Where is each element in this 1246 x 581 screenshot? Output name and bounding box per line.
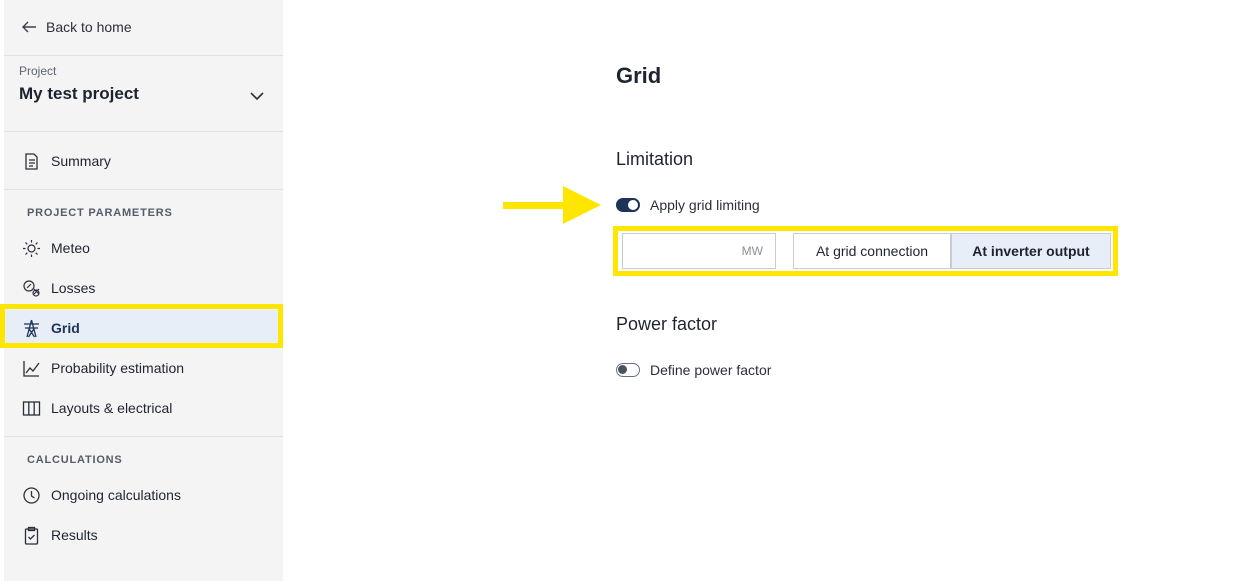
sidebar-item-label: Ongoing calculations [51,487,181,503]
at-grid-connection-button[interactable]: At grid connection [793,233,951,269]
sidebar: Back to home Project My test project Sum… [4,0,283,581]
divider [4,55,283,56]
define-power-factor-toggle[interactable] [616,363,640,377]
sidebar-item-results[interactable]: Results [4,517,283,553]
define-power-factor-row: Define power factor [616,362,771,378]
clock-icon [23,486,40,504]
sidebar-item-summary[interactable]: Summary [4,143,283,179]
divider [4,131,283,132]
divider [4,436,283,437]
unit-label: MW [741,244,763,258]
sidebar-item-meteo[interactable]: Meteo [4,230,283,266]
section-header-calculations: CALCULATIONS [27,454,123,466]
sidebar-item-layouts-electrical[interactable]: Layouts & electrical [4,390,283,426]
section-header-params: PROJECT PARAMETERS [27,207,173,219]
chevron-down-icon[interactable] [248,87,266,105]
sidebar-item-probability-estimation[interactable]: Probability estimation [4,350,283,386]
at-inverter-output-button[interactable]: At inverter output [951,233,1111,269]
apply-grid-limiting-toggle[interactable] [616,198,640,212]
divider [4,189,283,190]
project-label: Project [19,64,57,78]
highlight-box-grid [0,304,283,348]
sun-icon [23,239,40,257]
sidebar-item-ongoing-calculations[interactable]: Ongoing calculations [4,477,283,513]
sidebar-item-label: Summary [51,153,111,169]
grid-limit-input[interactable]: MW [622,233,776,269]
limitation-title: Limitation [616,149,694,169]
sidebar-item-label: Meteo [51,240,90,256]
document-icon [25,152,38,170]
clipboard-icon [24,526,39,545]
apply-grid-limiting-label: Apply grid limiting [650,197,760,213]
columns-icon [22,400,41,416]
apply-grid-limiting-row: Apply grid limiting [616,197,760,213]
chart-line-icon [23,360,40,377]
project-name[interactable]: My test project [19,84,139,104]
back-label: Back to home [46,19,132,35]
sidebar-item-label: Probability estimation [51,360,185,376]
arrow-right-icon [503,186,601,224]
sidebar-item-label: Results [51,527,98,543]
arrow-left-icon [22,21,36,33]
losses-icon [23,279,40,297]
back-to-home-link[interactable]: Back to home [20,14,132,40]
define-power-factor-label: Define power factor [650,362,772,378]
sidebar-item-label: Layouts & electrical [51,400,173,416]
sidebar-item-label: Losses [51,280,96,296]
page-title: Grid [616,63,662,88]
power-factor-title: Power factor [616,314,718,334]
sidebar-item-losses[interactable]: Losses [4,270,283,306]
